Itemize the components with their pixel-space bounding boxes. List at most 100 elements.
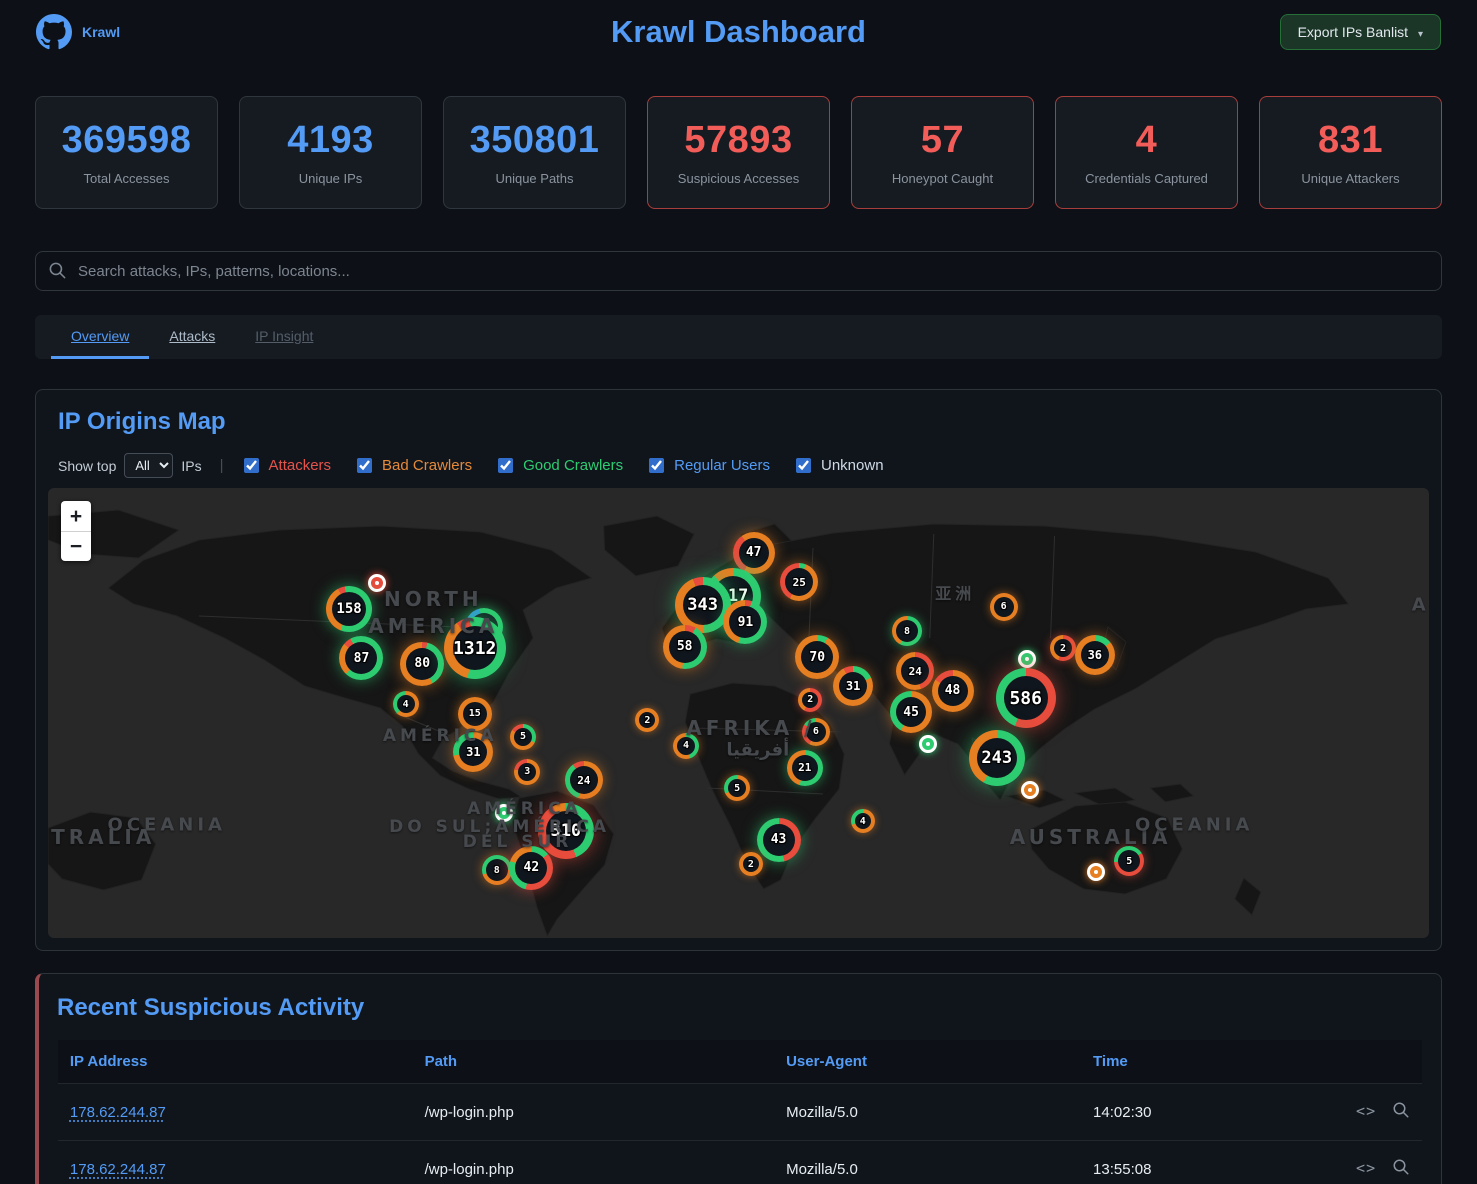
map-panel-title: IP Origins Map — [58, 408, 1429, 436]
map-cluster-marker[interactable]: 2 — [1050, 635, 1076, 661]
filter-bad-crawlers[interactable]: Bad Crawlers — [353, 455, 472, 476]
marker-inner: 2 — [802, 692, 818, 708]
show-top-select[interactable]: All — [124, 453, 173, 478]
world-map[interactable]: + − NORTHAMERICAAMÉRICAAMÉRICADO SUL;AMÉ… — [48, 488, 1429, 938]
recent-activity-panel: Recent Suspicious Activity IP Address Pa… — [35, 973, 1442, 1184]
map-cluster-marker[interactable]: 4 — [393, 691, 419, 717]
map-cluster-marker[interactable]: 2 — [635, 708, 659, 732]
inspect-ip-icon[interactable] — [1392, 1163, 1410, 1180]
marker-count: 45 — [903, 705, 919, 720]
view-payload-icon[interactable]: <> — [1356, 1102, 1376, 1120]
tab-attacks[interactable]: Attacks — [149, 315, 235, 359]
zoom-in-button[interactable]: + — [61, 501, 91, 531]
map-cluster-marker[interactable]: 8 — [892, 616, 922, 646]
ip-address-link[interactable]: 178.62.244.87 — [70, 1161, 166, 1178]
brand-name: Krawl — [82, 24, 120, 40]
activity-table-header: IP Address Path User-Agent Time — [58, 1040, 1422, 1084]
map-cluster-marker[interactable]: 31 — [833, 666, 873, 706]
marker-inner: 24 — [901, 657, 929, 685]
map-cluster-marker[interactable]: 91 — [723, 600, 767, 644]
marker-inner: 2 — [1054, 639, 1072, 657]
inspect-ip-icon[interactable] — [1392, 1106, 1410, 1123]
marker-inner: 5 — [1118, 850, 1140, 872]
stat-value: 369598 — [62, 119, 192, 162]
map-cluster-marker[interactable]: 43 — [757, 818, 801, 862]
dot-center — [1025, 657, 1029, 661]
map-cluster-marker[interactable]: 36 — [1075, 635, 1115, 675]
filter-checkbox-unknown[interactable] — [796, 458, 811, 473]
map-cluster-marker[interactable]: 5 — [724, 775, 750, 801]
cell-ip: 178.62.244.87 — [58, 1141, 413, 1184]
marker-inner: 586 — [1004, 676, 1048, 720]
map-cluster-marker[interactable]: 6 — [990, 593, 1018, 621]
marker-count: 343 — [687, 595, 718, 615]
map-dot-marker[interactable] — [1018, 650, 1036, 668]
stat-value: 57893 — [684, 119, 792, 162]
filter-checkbox-bad-crawlers[interactable] — [357, 458, 372, 473]
stat-value: 4 — [1136, 119, 1158, 162]
map-cluster-marker[interactable]: 42 — [509, 846, 553, 890]
map-cluster-marker[interactable]: 5 — [510, 724, 536, 750]
stat-label: Total Accesses — [84, 171, 170, 186]
export-banlist-button[interactable]: Export IPs Banlist ▾ — [1280, 14, 1441, 50]
map-dot-marker[interactable] — [1021, 781, 1039, 799]
map-cluster-marker[interactable]: 24 — [896, 652, 934, 690]
marker-count: 42 — [524, 860, 540, 875]
filter-good-crawlers[interactable]: Good Crawlers — [494, 455, 623, 476]
marker-count: 8 — [904, 626, 910, 637]
marker-inner: 87 — [345, 642, 377, 674]
map-cluster-marker[interactable]: 70 — [795, 635, 839, 679]
marker-count: 5 — [520, 731, 526, 742]
marker-count: 1312 — [453, 638, 496, 659]
marker-count: 47 — [746, 545, 762, 560]
map-cluster-marker[interactable]: 158 — [326, 586, 372, 632]
filter-unknown[interactable]: Unknown — [792, 455, 884, 476]
stat-value: 4193 — [287, 119, 374, 162]
filter-label: Bad Crawlers — [382, 457, 472, 474]
map-cluster-marker[interactable]: 24 — [565, 761, 603, 799]
map-cluster-marker[interactable]: 2 — [739, 852, 763, 876]
view-payload-icon[interactable]: <> — [1356, 1159, 1376, 1177]
map-cluster-marker[interactable]: 47 — [733, 532, 775, 574]
filter-checkbox-regular-users[interactable] — [649, 458, 664, 473]
map-cluster-marker[interactable]: 5 — [1114, 846, 1144, 876]
filter-label: Good Crawlers — [523, 457, 623, 474]
search-input[interactable] — [35, 251, 1442, 291]
zoom-out-button[interactable]: − — [61, 531, 91, 561]
github-logo-icon — [36, 14, 72, 50]
stat-card-unique-paths: 350801Unique Paths — [443, 96, 626, 209]
map-cluster-marker[interactable]: 80 — [400, 642, 444, 686]
map-cluster-marker[interactable]: 8 — [482, 855, 512, 885]
stat-card-unique-ips: 4193Unique IPs — [239, 96, 422, 209]
marker-count: 6 — [1001, 601, 1007, 612]
map-dot-marker[interactable] — [919, 735, 937, 753]
map-cluster-marker[interactable]: 25 — [780, 563, 818, 601]
map-cluster-marker[interactable]: 48 — [932, 670, 974, 712]
map-cluster-marker[interactable]: 58 — [663, 625, 707, 669]
map-cluster-marker[interactable]: 586 — [996, 668, 1056, 728]
filter-regular-users[interactable]: Regular Users — [645, 455, 770, 476]
map-region-label: A — [1412, 595, 1429, 616]
filter-checkbox-attackers[interactable] — [244, 458, 259, 473]
cell-actions: <> — [1327, 1141, 1423, 1184]
map-cluster-marker[interactable]: 243 — [969, 730, 1025, 786]
map-dot-marker[interactable] — [368, 574, 386, 592]
marker-count: 36 — [1088, 648, 1102, 662]
ip-address-link[interactable]: 178.62.244.87 — [70, 1104, 166, 1121]
map-dot-marker[interactable] — [1087, 863, 1105, 881]
map-cluster-marker[interactable]: 3 — [514, 759, 540, 785]
filter-attackers[interactable]: Attackers — [240, 455, 332, 476]
map-region-label: أفريقيا — [726, 739, 789, 760]
map-cluster-marker[interactable]: 45 — [890, 691, 932, 733]
tab-ip-insight[interactable]: IP Insight — [235, 315, 333, 359]
map-cluster-marker[interactable]: 4 — [851, 809, 875, 833]
marker-count: 8 — [494, 865, 500, 876]
filter-checkbox-good-crawlers[interactable] — [498, 458, 513, 473]
map-cluster-marker[interactable]: 87 — [339, 636, 383, 680]
map-cluster-marker[interactable]: 21 — [787, 750, 823, 786]
tab-overview[interactable]: Overview — [51, 315, 149, 359]
marker-count: 24 — [577, 774, 590, 787]
cell-path: /wp-login.php — [413, 1141, 775, 1184]
map-cluster-marker[interactable]: 2 — [798, 688, 822, 712]
marker-inner: 5 — [728, 779, 746, 797]
